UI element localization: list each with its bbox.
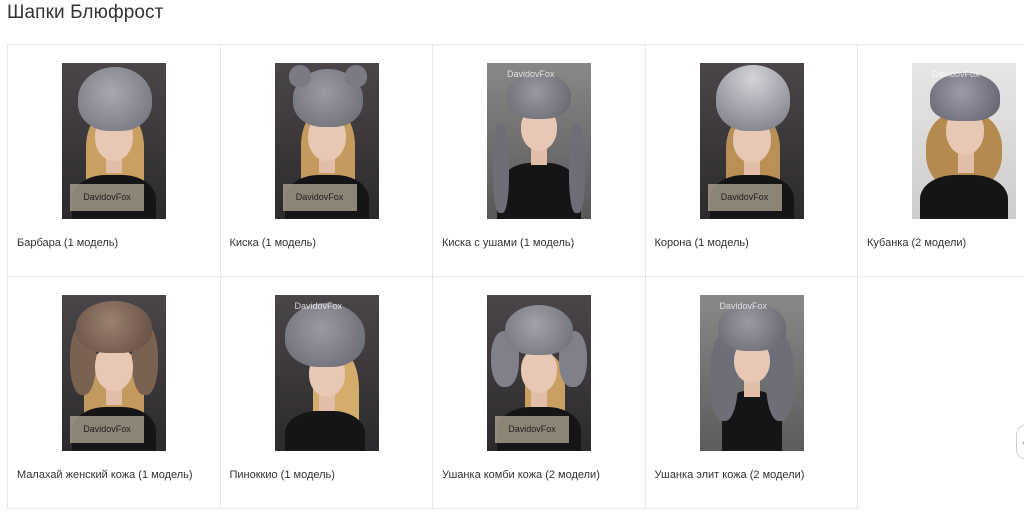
brand-watermark-top: DavidovFox [932, 69, 980, 79]
product-image[interactable]: DavidovFox [62, 295, 166, 451]
product-image[interactable]: DavidovFox [274, 295, 379, 451]
brand-watermark: DavidovFox [282, 184, 357, 211]
brand-watermark: DavidovFox [707, 184, 782, 211]
product-image[interactable]: DavidovFox [62, 63, 166, 219]
product-caption[interactable]: Барбара (1 модель) [17, 237, 118, 249]
product-grid: DavidovFox Барбара (1 модель) DavidovFox… [7, 44, 1024, 510]
product-caption[interactable]: Киска (1 модель) [230, 237, 317, 249]
product-caption[interactable]: Киска с ушами (1 модель) [442, 237, 574, 249]
product-image[interactable]: DavidovFox [487, 295, 591, 451]
product-card[interactable]: DavidovFox Барбара (1 модель) [8, 45, 221, 277]
product-card[interactable]: DavidovFox Ушанка элит кожа (2 модели) [645, 277, 858, 509]
page-title: Шапки Блюфрост [7, 2, 164, 23]
product-card[interactable]: DavidovFox Малахай женский кожа (1 модел… [8, 277, 221, 509]
product-caption[interactable]: Малахай женский кожа (1 модель) [17, 469, 193, 481]
product-image[interactable]: DavidovFox [912, 63, 1016, 219]
product-card[interactable]: DavidovFox Кубанка (2 модели) [858, 45, 1024, 277]
product-caption[interactable]: Ушанка комби кожа (2 модели) [442, 469, 600, 481]
product-card[interactable]: DavidovFox Киска (1 модель) [220, 45, 433, 277]
product-card[interactable]: DavidovFox Корона (1 модель) [645, 45, 858, 277]
empty-cell [858, 277, 1024, 509]
product-caption[interactable]: Ушанка элит кожа (2 модели) [655, 469, 805, 481]
brand-watermark-top: DavidovFox [507, 69, 555, 79]
product-image[interactable]: DavidovFox [274, 63, 379, 219]
brand-watermark-top: DavidovFox [294, 301, 343, 311]
product-caption[interactable]: Пиноккио (1 модель) [230, 469, 335, 481]
product-card[interactable]: DavidovFox Киска с ушами (1 модель) [433, 45, 646, 277]
brand-watermark-top: DavidovFox [719, 301, 768, 311]
product-caption[interactable]: Кубанка (2 модели) [867, 237, 966, 249]
brand-watermark: DavidovFox [495, 416, 569, 443]
scroll-top-button[interactable]: ‹ [1016, 424, 1024, 460]
product-image[interactable]: DavidovFox [487, 63, 591, 219]
product-caption[interactable]: Корона (1 модель) [655, 237, 749, 249]
product-card[interactable]: DavidovFox Ушанка комби кожа (2 модели) [433, 277, 646, 509]
brand-watermark: DavidovFox [70, 416, 144, 443]
product-card[interactable]: DavidovFox Пиноккио (1 модель) [220, 277, 433, 509]
product-image[interactable]: DavidovFox [699, 63, 804, 219]
product-image[interactable]: DavidovFox [699, 295, 804, 451]
brand-watermark: DavidovFox [70, 184, 144, 211]
